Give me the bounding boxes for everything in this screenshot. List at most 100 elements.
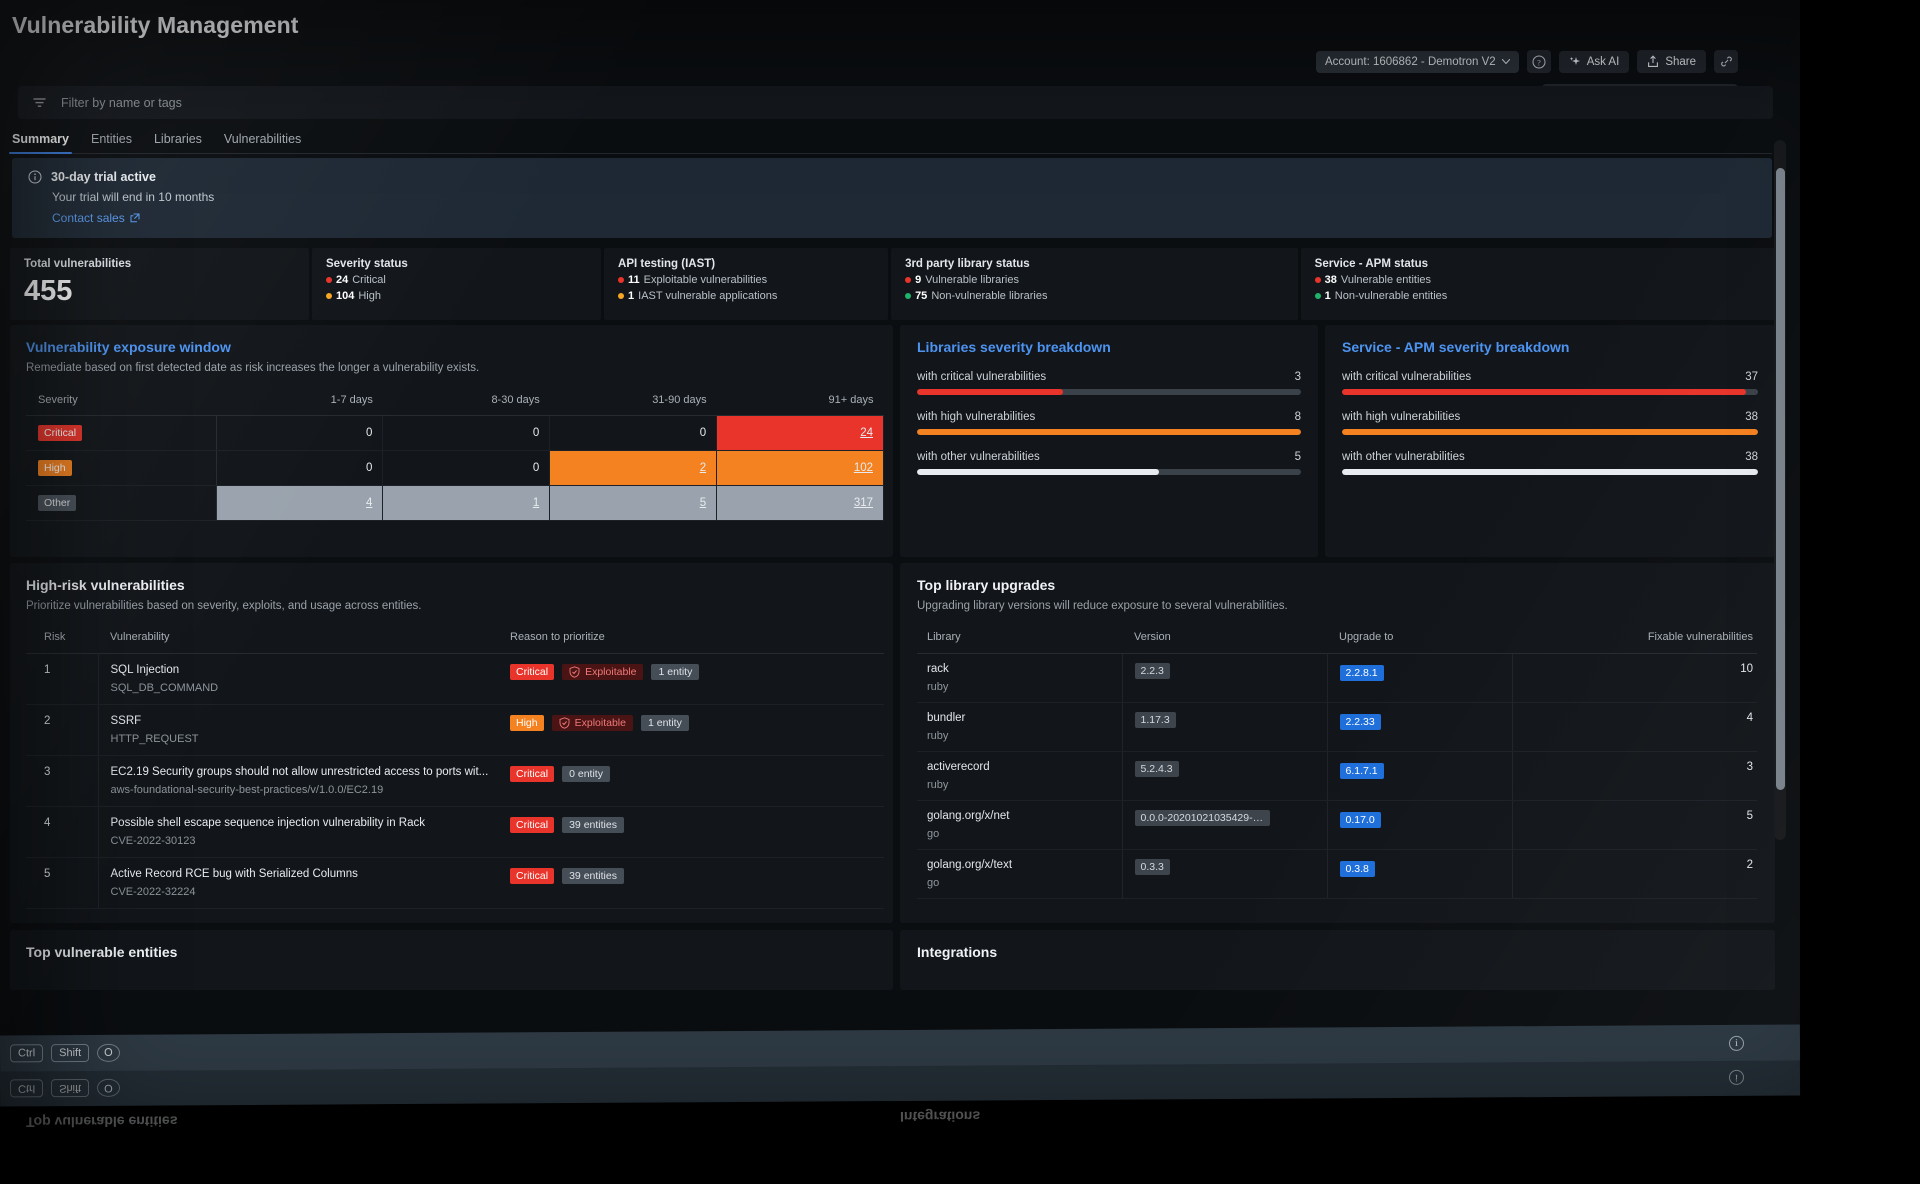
table-row[interactable]: Other 4 1 5 317: [26, 486, 884, 521]
library-cell[interactable]: golang.org/x/text go: [917, 850, 1122, 899]
library-cell[interactable]: bundler ruby: [917, 703, 1122, 752]
col-risk: Risk: [26, 628, 98, 654]
ask-ai-button[interactable]: Ask AI: [1559, 51, 1630, 73]
risk-rank: 2: [26, 705, 98, 756]
exposure-cell[interactable]: 317: [717, 486, 884, 521]
vulnerability-name: SQL Injection: [111, 664, 499, 676]
tab-libraries[interactable]: Libraries: [154, 132, 202, 153]
exposure-cell[interactable]: 102: [717, 451, 884, 486]
bar-row-other[interactable]: with other vulnerabilities 5: [917, 451, 1301, 475]
exposure-cell[interactable]: 5: [550, 486, 717, 521]
tab-summary[interactable]: Summary: [12, 132, 69, 153]
kpi-3rd-party-library-status[interactable]: 3rd party library status 9 Vulnerable li…: [891, 248, 1298, 320]
vulnerability-cell[interactable]: Active Record RCE bug with Serialized Co…: [98, 858, 498, 909]
reason-cell: Critical 39 entities: [498, 807, 884, 858]
libraries-breakdown-title[interactable]: Libraries severity breakdown: [917, 339, 1301, 355]
library-cell[interactable]: golang.org/x/net go: [917, 801, 1122, 850]
upgrade-cell[interactable]: 0.3.8: [1327, 850, 1512, 899]
filter-bar[interactable]: Filter by name or tags: [18, 86, 1773, 119]
entity-count-badge: 39 entities: [562, 868, 624, 884]
table-row[interactable]: golang.org/x/net go 0.0.0-20201021035429…: [917, 801, 1757, 850]
share-button[interactable]: Share: [1637, 50, 1706, 73]
key-o[interactable]: O: [97, 1044, 120, 1062]
exposure-cell[interactable]: 0: [383, 451, 550, 486]
stat-value: 1: [1325, 290, 1331, 302]
version-chip: 0.3.3: [1135, 859, 1170, 875]
table-row[interactable]: golang.org/x/text go 0.3.3 0.3.8 2: [917, 850, 1757, 899]
exposure-cell[interactable]: 24: [717, 416, 884, 451]
table-row[interactable]: 2 SSRF HTTP_REQUEST High: [26, 705, 884, 756]
bar-row-other[interactable]: with other vulnerabilities 38: [1342, 451, 1758, 475]
copy-link-button[interactable]: [1714, 50, 1738, 73]
exploitable-label: Exploitable: [575, 717, 626, 729]
library-name: golang.org/x/net: [927, 810, 1122, 822]
tab-vulnerabilities[interactable]: Vulnerabilities: [224, 132, 301, 153]
stat-label: Critical: [352, 274, 386, 286]
high-risk-body: 1 SQL Injection SQL_DB_COMMAND Critical: [26, 654, 884, 909]
scrollbar-thumb[interactable]: [1776, 168, 1785, 790]
table-row[interactable]: Critical 0 0 0 24: [26, 416, 884, 451]
bar-row-critical[interactable]: with critical vulnerabilities 3: [917, 371, 1301, 395]
account-selector[interactable]: Account: 1606862 - Demotron V2: [1316, 51, 1519, 73]
contact-sales-link[interactable]: Contact sales: [52, 211, 1756, 225]
table-row[interactable]: 1 SQL Injection SQL_DB_COMMAND Critical: [26, 654, 884, 705]
bar-label: with high vulnerabilities 8: [917, 411, 1301, 423]
vulnerability-cell[interactable]: Possible shell escape sequence injection…: [98, 807, 498, 858]
table-row[interactable]: activerecord ruby 5.2.4.3 6.1.7.1 3: [917, 752, 1757, 801]
library-cell[interactable]: rack ruby: [917, 654, 1122, 703]
library-cell[interactable]: activerecord ruby: [917, 752, 1122, 801]
table-row[interactable]: bundler ruby 1.17.3 2.2.33 4: [917, 703, 1757, 752]
vulnerability-cell[interactable]: SQL Injection SQL_DB_COMMAND: [98, 654, 498, 705]
upgrade-cell[interactable]: 0.17.0: [1327, 801, 1512, 850]
table-row[interactable]: 3 EC2.19 Security groups should not allo…: [26, 756, 884, 807]
vulnerability-cell[interactable]: SSRF HTTP_REQUEST: [98, 705, 498, 756]
table-row[interactable]: rack ruby 2.2.3 2.2.8.1 10: [917, 654, 1757, 703]
table-row[interactable]: 5 Active Record RCE bug with Serialized …: [26, 858, 884, 909]
table-row[interactable]: 4 Possible shell escape sequence injecti…: [26, 807, 884, 858]
library-upgrades-table: Library Version Upgrade to Fixable vulne…: [917, 628, 1757, 899]
exposure-cell[interactable]: 0: [216, 451, 383, 486]
tab-entities[interactable]: Entities: [91, 132, 132, 153]
kpi-api-testing-iast[interactable]: API testing (IAST) 11 Exploitable vulner…: [604, 248, 888, 320]
key-ctrl[interactable]: Ctrl: [10, 1044, 43, 1062]
exposure-cell[interactable]: 2: [550, 451, 717, 486]
help-button[interactable]: ?: [1527, 50, 1551, 73]
kpi-total-vulnerabilities[interactable]: Total vulnerabilities 455: [10, 248, 309, 320]
table-row[interactable]: High 0 0 2 102: [26, 451, 884, 486]
upgrade-cell[interactable]: 2.2.8.1: [1327, 654, 1512, 703]
bar-fill-high: [1342, 429, 1758, 435]
bar-row-critical[interactable]: with critical vulnerabilities 37: [1342, 371, 1758, 395]
kpi-title: 3rd party library status: [905, 258, 1284, 270]
stat-value: 104: [336, 290, 354, 302]
link-icon: [1720, 55, 1733, 68]
exposure-title[interactable]: Vulnerability exposure window: [26, 339, 877, 355]
bar-fill-other: [1342, 469, 1758, 475]
bar-row-high[interactable]: with high vulnerabilities 38: [1342, 411, 1758, 435]
exposure-cell[interactable]: 0: [216, 416, 383, 451]
exposure-cell[interactable]: 1: [383, 486, 550, 521]
upgrade-chip: 2.2.33: [1340, 714, 1381, 730]
info-circle-icon[interactable]: i: [1729, 1035, 1744, 1050]
fixable-count: 3: [1512, 752, 1757, 801]
bar-text: with critical vulnerabilities: [1342, 371, 1471, 383]
integrations-panel: Integrations: [900, 930, 1775, 990]
vulnerability-cell[interactable]: EC2.19 Security groups should not allow …: [98, 756, 498, 807]
exposure-cell[interactable]: 4: [216, 486, 383, 521]
upgrade-cell[interactable]: 6.1.7.1: [1327, 752, 1512, 801]
library-name: activerecord: [927, 761, 1122, 773]
bar-row-high[interactable]: with high vulnerabilities 8: [917, 411, 1301, 435]
high-risk-title: High-risk vulnerabilities: [26, 577, 877, 593]
tab-bar: Summary Entities Libraries Vulnerabiliti…: [12, 128, 1772, 154]
upgrade-cell[interactable]: 2.2.33: [1327, 703, 1512, 752]
kpi-severity-status[interactable]: Severity status 24 Critical 104 High: [312, 248, 601, 320]
bar-value: 5: [1295, 451, 1301, 463]
exposure-cell[interactable]: 0: [550, 416, 717, 451]
exposure-cell[interactable]: 0: [383, 416, 550, 451]
kpi-service-apm-status[interactable]: Service - APM status 38 Vulnerable entit…: [1301, 248, 1775, 320]
version-cell: 0.0.0-20201021035429-f5...: [1122, 801, 1327, 850]
reason-cell: High Exploitable 1 entity: [498, 705, 884, 756]
severity-cell: Critical: [26, 416, 216, 451]
key-shift[interactable]: Shift: [51, 1044, 89, 1062]
search-input[interactable]: Filter by name or tags: [61, 96, 182, 110]
apm-breakdown-title[interactable]: Service - APM severity breakdown: [1342, 339, 1758, 355]
